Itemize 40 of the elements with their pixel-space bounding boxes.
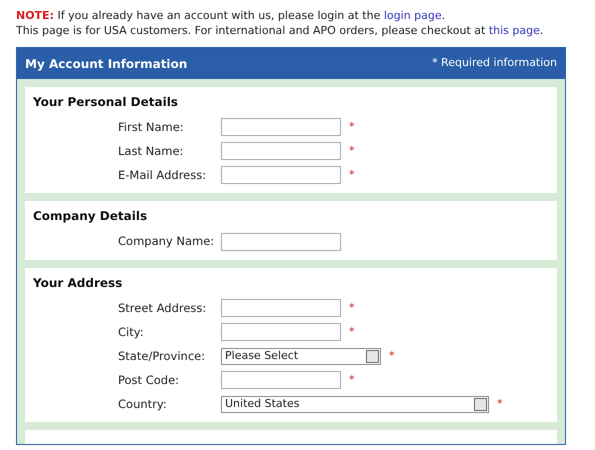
input-field[interactable] — [221, 118, 341, 136]
notice-text: . — [540, 24, 544, 37]
input-field[interactable] — [221, 232, 341, 251]
input-field[interactable] — [221, 299, 341, 318]
input-field[interactable] — [221, 323, 341, 342]
input-field[interactable] — [221, 371, 341, 390]
notice-text: . — [442, 9, 446, 22]
required-mark: * — [349, 119, 354, 136]
section-title: Your Address — [33, 276, 124, 290]
select-field[interactable]: United States — [221, 396, 489, 413]
select-value: United States — [225, 396, 300, 412]
required-mark: * — [349, 324, 354, 340]
required-mark: * — [389, 348, 394, 364]
notice-text: This page is for USA customers. For international and APO orders, please checkout at — [16, 24, 486, 37]
field-label: City: — [118, 324, 145, 341]
field-label: E-Mail Address: — [118, 166, 208, 184]
field-label: Last Name: — [118, 142, 184, 160]
input-field[interactable] — [221, 166, 341, 184]
section-title: Company Details — [33, 209, 148, 224]
section-title: Your Personal Details — [33, 95, 179, 110]
login-link[interactable]: login page — [384, 9, 442, 22]
required-mark: * — [497, 396, 502, 412]
field-label: Street Address: — [118, 300, 208, 317]
select-field[interactable]: Please Select — [221, 348, 381, 365]
field-label: Country: — [118, 396, 168, 413]
select-value: Please Select — [225, 348, 298, 364]
required-mark: * — [349, 143, 354, 160]
panel-title: My Account Information — [25, 56, 188, 72]
required-mark: * — [349, 167, 354, 184]
checkout-link[interactable]: this page — [488, 24, 540, 37]
note-label: NOTE: — [16, 9, 54, 22]
field-label: State/Province: — [118, 348, 206, 365]
required-note: * Required information — [432, 55, 557, 72]
input-field[interactable] — [221, 142, 341, 160]
field-label: Company Name: — [118, 233, 216, 250]
required-mark: * — [349, 300, 354, 316]
notice-text: If you already have an account with us, please login at the — [57, 9, 380, 22]
required-mark: * — [349, 372, 354, 388]
field-label: First Name: — [118, 118, 185, 136]
field-label: Post Code: — [118, 372, 180, 389]
